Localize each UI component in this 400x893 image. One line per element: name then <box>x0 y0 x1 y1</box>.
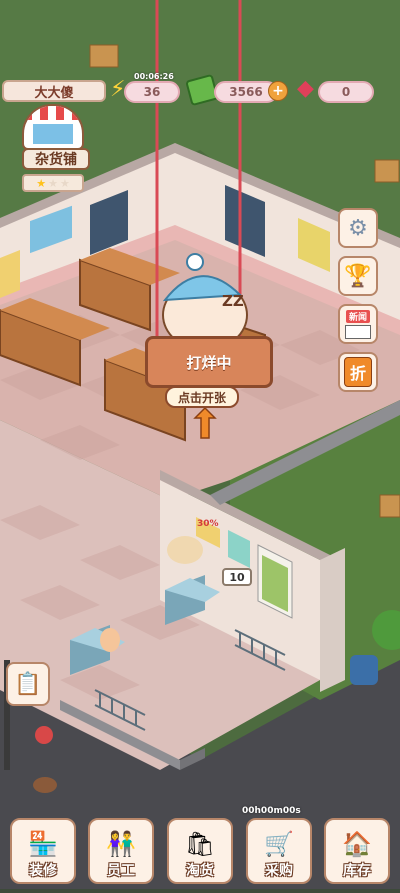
open-shop-button[interactable]: 点击开张 <box>165 386 239 408</box>
gear-icon: ⚙ <box>348 215 368 241</box>
star-empty-icon: ★ <box>48 176 58 190</box>
energy-timer: 00:06:26 <box>134 72 174 81</box>
trophy-icon: 🏆 <box>344 263 372 289</box>
warehouse-icon: 🏠 <box>342 830 372 858</box>
nav-decorate-button[interactable]: 🏪 装修 <box>10 818 76 884</box>
gem-counter[interactable]: 0 <box>318 81 374 103</box>
closed-status-text: 打烊中 <box>186 353 232 372</box>
nav-purchase-button[interactable]: 🛒 采购 <box>246 818 312 884</box>
add-cash-button[interactable]: + <box>268 81 288 101</box>
trophy-button[interactable]: 🏆 <box>338 256 378 296</box>
discount-icon: 折 <box>343 357 372 387</box>
cart-icon: 🛒 <box>264 830 294 858</box>
discount-button[interactable]: 折 <box>338 352 378 392</box>
nav-staff-button[interactable]: 👫 员工 <box>88 818 154 884</box>
storefront-icon <box>33 124 73 144</box>
nav-goods-button[interactable]: 🛍 淘货 <box>167 818 233 884</box>
cash-value: 3566 <box>229 85 263 99</box>
sale-poster: 30% <box>197 519 219 529</box>
stock-count[interactable]: 10 <box>222 568 252 586</box>
settings-button[interactable]: ⚙ <box>338 208 378 248</box>
nav-goods-label: 淘货 <box>186 863 214 879</box>
nav-inventory-button[interactable]: 🏠 库存 <box>324 818 390 884</box>
purchase-timer: 00h00m00s <box>242 806 301 816</box>
star-empty-icon: ★ <box>59 176 70 190</box>
game-scene[interactable]: 大大傻 ⚡ 00:06:26 36 3566 + ◆ 0 杂货铺 ★ ★ ★ ⚙… <box>0 0 400 889</box>
nav-inventory-label: 库存 <box>343 863 371 879</box>
shop-rating: ★ ★ ★ <box>22 174 84 192</box>
news-button[interactable]: 新闻 <box>338 304 378 344</box>
clipboard-icon: 📋 <box>14 671 42 697</box>
nav-decorate-label: 装修 <box>29 863 57 879</box>
shop-name: 杂货铺 <box>22 148 90 170</box>
nav-staff-label: 员工 <box>107 863 135 879</box>
sleep-z-icon: ZZ <box>222 292 244 310</box>
bag-icon: 🛍 <box>184 830 216 858</box>
star-filled-icon: ★ <box>36 176 47 190</box>
energy-counter[interactable]: 36 <box>124 81 180 103</box>
nav-purchase-label: 采购 <box>265 863 293 879</box>
shop-icon: 🏪 <box>28 830 58 858</box>
player-name[interactable]: 大大傻 <box>2 80 106 102</box>
closed-banner[interactable]: 打烊中 <box>145 336 273 388</box>
task-button[interactable]: 📋 <box>6 662 50 706</box>
staff-icon: 👫 <box>106 830 136 858</box>
newspaper-icon: 新闻 <box>345 309 370 323</box>
